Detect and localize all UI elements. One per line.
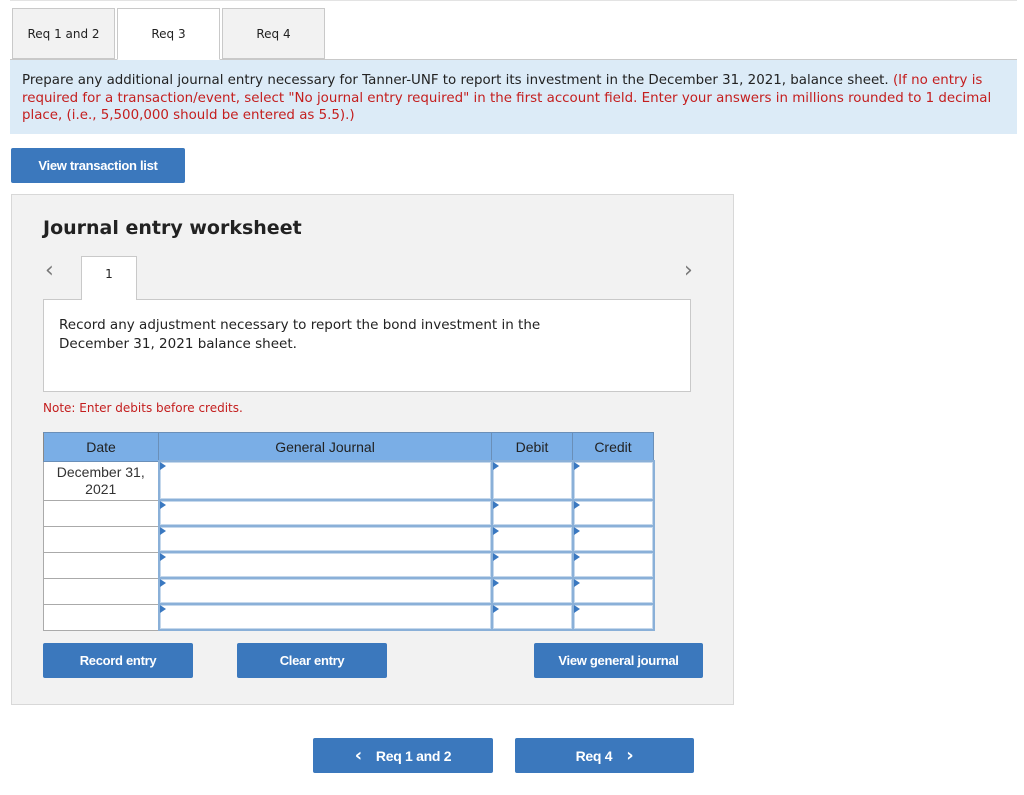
record-entry-button[interactable]: Record entry (43, 643, 193, 678)
account-input[interactable] (157, 499, 493, 527)
prev-req-button[interactable]: ‹ Req 1 and 2 (313, 738, 493, 773)
header-general-journal: General Journal (158, 432, 492, 462)
debit-input[interactable] (490, 525, 574, 553)
table-row: December 31, 2021 (43, 460, 655, 501)
date-cell: December 31, 2021 (43, 460, 159, 501)
next-req-button[interactable]: Req 4 › (515, 738, 694, 773)
tab-req-1-and-2[interactable]: Req 1 and 2 (12, 8, 115, 59)
date-cell (43, 577, 159, 605)
credit-input[interactable] (571, 551, 655, 579)
date-cell (43, 499, 159, 527)
header-date: Date (43, 432, 159, 462)
credit-input[interactable] (571, 525, 655, 553)
account-input[interactable] (157, 525, 493, 553)
debit-input[interactable] (490, 603, 574, 631)
tab-req-3[interactable]: Req 3 (117, 8, 220, 60)
entry-description: Record any adjustment necessary to repor… (43, 299, 691, 392)
chevron-left-icon: ‹ (354, 745, 362, 766)
table-row (43, 603, 655, 631)
credit-input[interactable] (571, 603, 655, 631)
debit-input[interactable] (490, 551, 574, 579)
view-general-journal-button[interactable]: View general journal (534, 643, 703, 678)
top-divider (10, 0, 1017, 1)
journal-entry-worksheet: Journal entry worksheet ‹ 1 › Record any… (11, 194, 734, 705)
prev-req-label: Req 1 and 2 (375, 747, 452, 764)
credit-input[interactable] (571, 460, 655, 501)
debit-input[interactable] (490, 460, 574, 501)
chevron-right-icon[interactable]: › (684, 258, 693, 283)
header-credit: Credit (572, 432, 654, 462)
chevron-left-icon[interactable]: ‹ (45, 258, 54, 283)
debits-note: Note: Enter debits before credits. (43, 401, 243, 415)
table-row (43, 551, 655, 579)
date-cell (43, 551, 159, 579)
date-cell (43, 603, 159, 631)
debit-input[interactable] (490, 499, 574, 527)
next-req-label: Req 4 (575, 747, 613, 764)
credit-input[interactable] (571, 577, 655, 605)
header-debit: Debit (491, 432, 573, 462)
chevron-right-icon: › (626, 745, 634, 766)
table-row (43, 525, 655, 553)
view-transaction-list-button[interactable]: View transaction list (11, 148, 185, 183)
journal-table: Date General Journal Debit Credit Decemb… (43, 432, 655, 631)
worksheet-title: Journal entry worksheet (43, 217, 302, 239)
entry-description-text: Record any adjustment necessary to repor… (59, 317, 541, 352)
debit-input[interactable] (490, 577, 574, 605)
requirement-tabs: Req 1 and 2 Req 3 Req 4 (12, 8, 327, 60)
account-input[interactable] (157, 603, 493, 631)
account-input[interactable] (157, 460, 493, 501)
account-input[interactable] (157, 551, 493, 579)
account-input[interactable] (157, 577, 493, 605)
table-row (43, 577, 655, 605)
credit-input[interactable] (571, 499, 655, 527)
tab-req-4[interactable]: Req 4 (222, 8, 325, 59)
entry-tab-1[interactable]: 1 (81, 256, 137, 300)
instructions-text: Prepare any additional journal entry nec… (22, 73, 893, 88)
clear-entry-button[interactable]: Clear entry (237, 643, 387, 678)
instructions-panel: Prepare any additional journal entry nec… (10, 60, 1017, 134)
date-cell (43, 525, 159, 553)
table-row (43, 499, 655, 527)
table-header-row: Date General Journal Debit Credit (43, 432, 654, 462)
